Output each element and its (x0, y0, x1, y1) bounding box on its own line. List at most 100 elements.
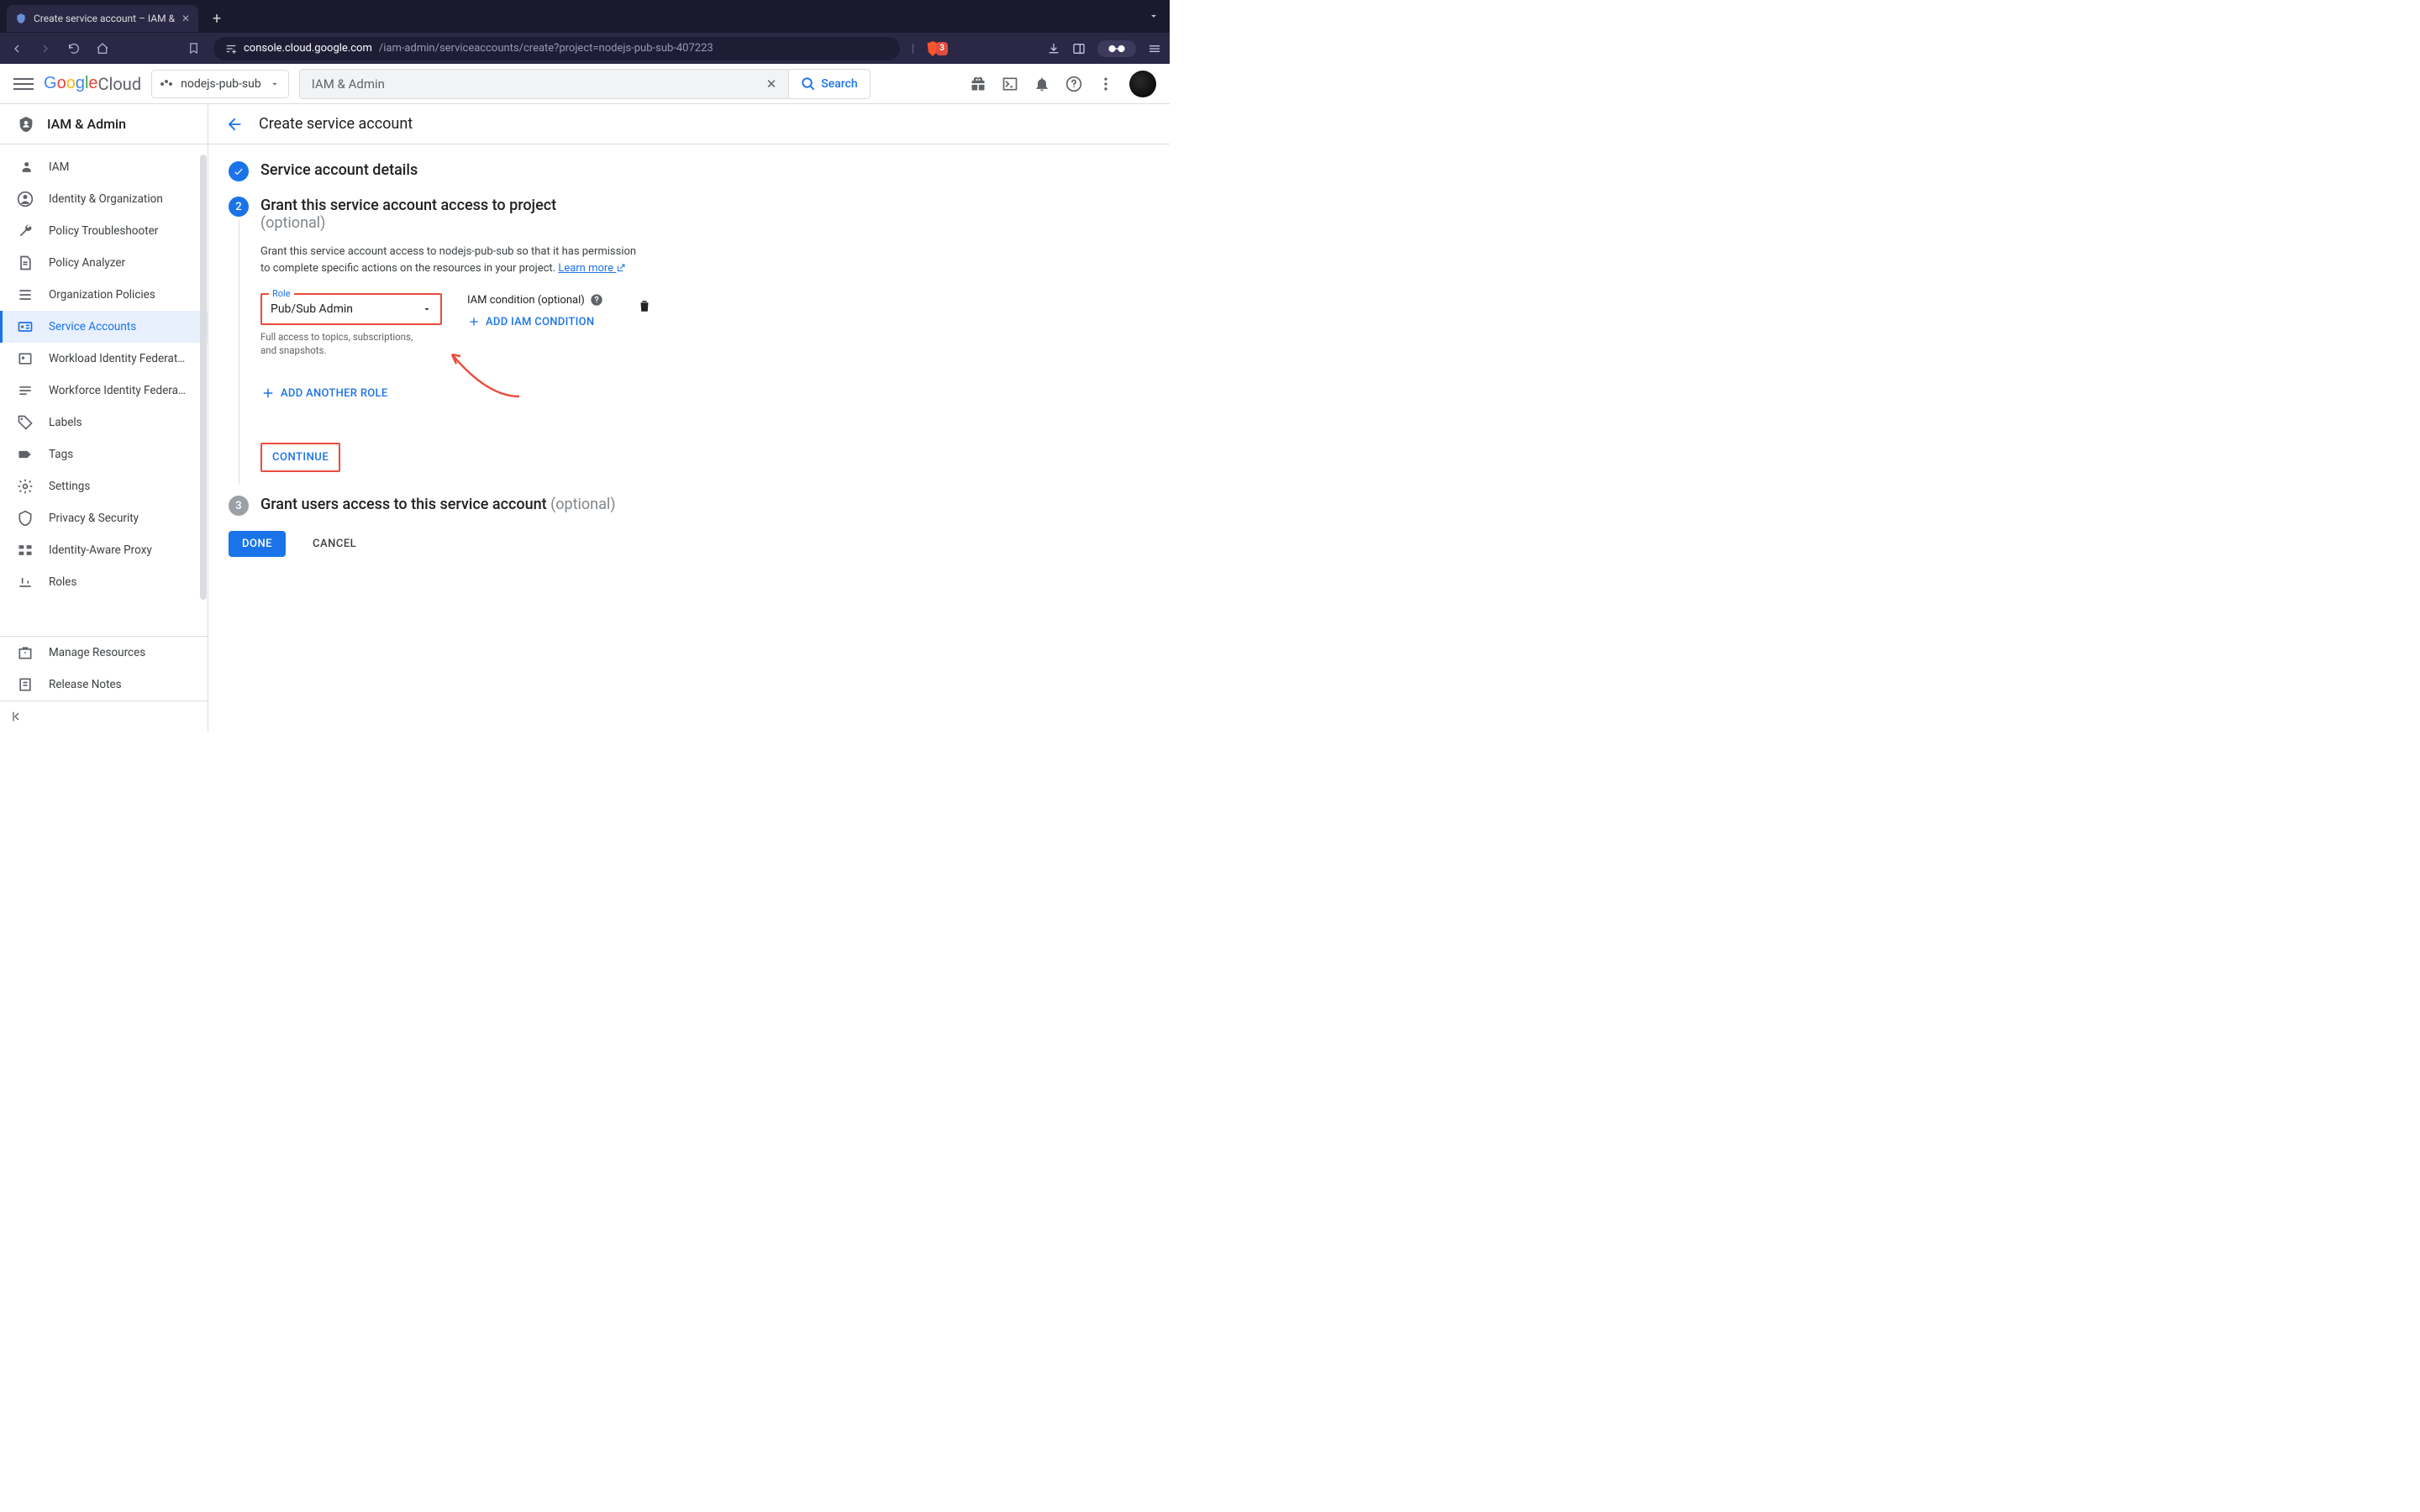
external-link-icon (616, 263, 626, 273)
back-arrow-button[interactable] (225, 115, 244, 134)
search-button[interactable]: Search (788, 70, 869, 98)
reload-button[interactable] (66, 42, 82, 55)
step-3-indicator: 3 (229, 496, 249, 516)
chevron-down-icon (422, 304, 432, 314)
url-input[interactable]: console.cloud.google.com/iam-admin/servi… (213, 37, 900, 60)
delete-role-button[interactable] (637, 298, 652, 313)
step-1-indicator (229, 161, 249, 181)
tune-icon (225, 43, 237, 55)
forward-button (37, 42, 54, 55)
wrench-icon (17, 223, 34, 239)
add-iam-condition-button[interactable]: ADD IAM CONDITION (467, 315, 603, 328)
role-value: Pub/Sub Admin (271, 302, 353, 316)
tag-icon (17, 414, 34, 431)
avatar[interactable] (1129, 71, 1156, 97)
sidebar-item-iap[interactable]: Identity-Aware Proxy (0, 534, 208, 566)
nav-menu-button[interactable] (13, 74, 34, 94)
incognito-badge[interactable] (1097, 40, 1136, 57)
brave-shield-icon[interactable]: 3 (926, 41, 948, 56)
close-icon[interactable]: ✕ (182, 13, 190, 24)
step-1-title[interactable]: Service account details (260, 161, 911, 179)
address-bar: console.cloud.google.com/iam-admin/servi… (0, 32, 1170, 64)
sidebar-item-analyzer[interactable]: Policy Analyzer (0, 247, 208, 279)
project-selector[interactable]: nodejs-pub-sub (151, 70, 289, 98)
browser-chrome: Create service account – IAM & ✕ + conso… (0, 0, 1170, 64)
search-icon (801, 76, 816, 92)
search-bar: IAM & Admin ✕ Search (299, 69, 871, 99)
sidebar-item-identity[interactable]: Identity & Organization (0, 183, 208, 215)
trash-icon (637, 298, 652, 313)
iam-condition-label: IAM condition (optional) (467, 293, 603, 307)
scrollbar[interactable] (200, 155, 207, 600)
step-3-title[interactable]: Grant users access to this service accou… (260, 496, 911, 513)
notifications-icon[interactable] (1034, 76, 1050, 92)
roles-icon (17, 574, 34, 591)
check-icon (233, 165, 245, 177)
gcp-header: Google Cloud nodejs-pub-sub IAM & Admin … (0, 64, 1170, 104)
sidebar-item-tags[interactable]: Tags (0, 438, 208, 470)
sidebar-item-iam[interactable]: IAM (0, 151, 208, 183)
new-tab-button[interactable]: + (205, 7, 229, 30)
search-input[interactable]: IAM & Admin ✕ (300, 70, 789, 98)
sidebar-item-service-accounts[interactable]: Service Accounts (0, 311, 208, 343)
sidebar-header[interactable]: IAM & Admin (0, 104, 208, 144)
badge-icon (17, 350, 34, 367)
sidepanel-icon[interactable] (1072, 42, 1086, 55)
help-icon[interactable] (590, 293, 603, 307)
main-content: Create service account Service account d… (208, 104, 1170, 731)
step-2-title: Grant this service account access to pro… (260, 197, 911, 232)
menu-icon (17, 382, 34, 399)
sidebar: IAM & Admin IAM Identity & Organization … (0, 104, 208, 731)
gift-icon[interactable] (970, 76, 986, 92)
account-icon (17, 191, 34, 207)
project-icon (160, 82, 172, 86)
role-description: Full access to topics, subscriptions, an… (260, 330, 429, 357)
form-actions: DONE CANCEL (229, 531, 911, 557)
iam-admin-icon (17, 115, 35, 134)
service-account-icon (17, 318, 34, 335)
continue-button[interactable]: CONTINUE (262, 444, 339, 470)
page-title: Create service account (259, 115, 413, 133)
clear-search-icon[interactable]: ✕ (766, 76, 777, 92)
project-name: nodejs-pub-sub (181, 77, 261, 91)
document-icon (17, 255, 34, 271)
back-button[interactable] (8, 42, 25, 55)
sidebar-collapse-button[interactable] (0, 701, 208, 731)
chevron-left-icon (10, 710, 24, 723)
sidebar-item-labels[interactable]: Labels (0, 407, 208, 438)
sidebar-item-roles[interactable]: Roles (0, 566, 208, 598)
step-2-description: Grant this service account access to nod… (260, 244, 647, 276)
role-selector[interactable]: Role Pub/Sub Admin (260, 293, 442, 325)
sidebar-item-workforce[interactable]: Workforce Identity Federa… (0, 375, 208, 407)
tabs-menu-icon[interactable] (1148, 0, 1160, 32)
gear-icon (17, 478, 34, 495)
plus-icon (467, 315, 481, 328)
page-header: Create service account (208, 104, 1170, 144)
bookmark-icon[interactable] (185, 42, 202, 55)
sidebar-item-manage-resources[interactable]: Manage Resources (0, 637, 208, 669)
person-add-icon (17, 159, 34, 176)
done-button[interactable]: DONE (229, 531, 286, 557)
url-path: /iam-admin/serviceaccounts/create?projec… (379, 42, 713, 55)
browser-menu-icon[interactable] (1148, 42, 1161, 55)
home-button[interactable] (94, 42, 111, 55)
sidebar-item-troubleshooter[interactable]: Policy Troubleshooter (0, 215, 208, 247)
browser-tab[interactable]: Create service account – IAM & ✕ (7, 5, 198, 32)
download-icon[interactable] (1047, 42, 1060, 55)
help-icon[interactable] (1065, 76, 1082, 92)
list-icon (17, 286, 34, 303)
briefcase-icon (17, 644, 34, 661)
sidebar-item-release-notes[interactable]: Release Notes (0, 669, 208, 701)
step-2-indicator: 2 (229, 197, 249, 217)
add-another-role-button[interactable]: ADD ANOTHER ROLE (260, 386, 911, 401)
sidebar-item-privacy[interactable]: Privacy & Security (0, 502, 208, 534)
gcp-logo[interactable]: Google Cloud (44, 74, 141, 94)
sidebar-item-settings[interactable]: Settings (0, 470, 208, 502)
more-icon[interactable] (1097, 76, 1114, 92)
sidebar-item-workload[interactable]: Workload Identity Federat… (0, 343, 208, 375)
label-icon (17, 446, 34, 463)
sidebar-item-org-policies[interactable]: Organization Policies (0, 279, 208, 311)
learn-more-link[interactable]: Learn more (558, 262, 626, 275)
cloud-shell-icon[interactable] (1002, 76, 1018, 92)
cancel-button[interactable]: CANCEL (306, 531, 363, 557)
